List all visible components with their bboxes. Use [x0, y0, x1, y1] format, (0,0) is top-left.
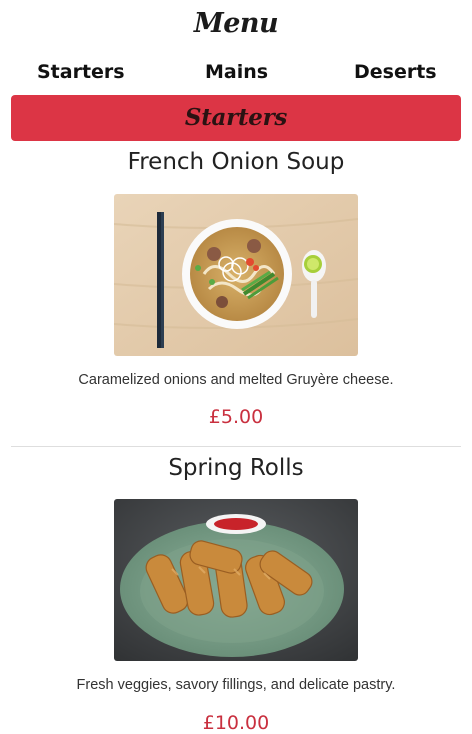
- nav-item-deserts[interactable]: Deserts: [354, 58, 437, 86]
- nav-item-starters[interactable]: Starters: [37, 58, 125, 86]
- category-nav: Starters Mains Deserts: [0, 58, 472, 86]
- spring-rolls-photo: [114, 499, 358, 661]
- page-title: Menu: [193, 8, 279, 39]
- menu-item-title: Spring Rolls: [168, 455, 304, 481]
- menu-item-price: £10.00: [202, 712, 270, 734]
- menu-item-description: Caramelized onions and melted Gruyère ch…: [78, 372, 394, 388]
- menu-item-title: French Onion Soup: [127, 149, 345, 175]
- menu-item-description: Fresh veggies, savory fillings, and deli…: [76, 677, 396, 693]
- section-banner: Starters: [11, 95, 461, 141]
- soup-bowl-photo: [114, 194, 358, 356]
- nav-item-mains[interactable]: Mains: [205, 58, 268, 86]
- menu-item-price: £5.00: [208, 406, 264, 428]
- divider: [11, 446, 461, 447]
